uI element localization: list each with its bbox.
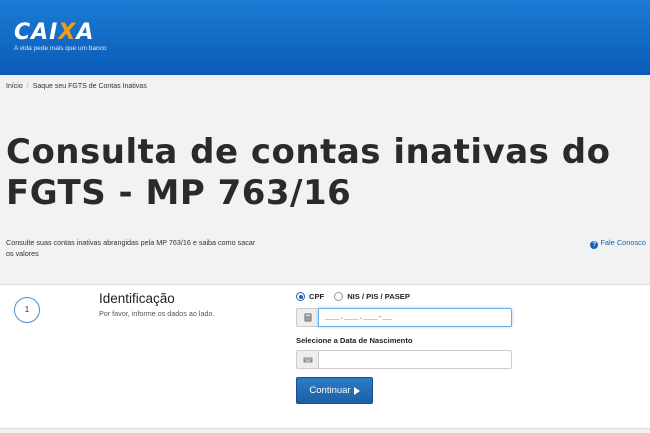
radio-cpf-label[interactable]: CPF	[309, 292, 324, 301]
step-number-badge: 1	[14, 297, 40, 323]
contact-link[interactable]: ? Fale Conosco	[590, 238, 646, 249]
radio-nis-pis-pasep[interactable]	[334, 292, 344, 301]
breadcrumb-separator: /	[26, 83, 29, 90]
breadcrumb: Início / Saque seu FGTS de Contas Inativas	[6, 83, 147, 90]
keyboard-icon	[296, 350, 318, 369]
cpf-field-group: ___.___.___-__	[296, 308, 512, 327]
caixa-logo[interactable]: CAIXA A vida pede mais que um banco	[14, 20, 107, 53]
identification-panel: 1 Identificação Por favor, informe os da…	[0, 284, 650, 429]
contact-label: Fale Conosco	[600, 238, 646, 247]
logo-tagline: A vida pede mais que um banco	[14, 45, 107, 52]
calculator-icon	[296, 308, 318, 327]
breadcrumb-home-link[interactable]: Início	[6, 83, 23, 90]
birthdate-label: Selecione a Data de Nascimento	[296, 336, 413, 345]
site-header: CAIXA A vida pede mais que um banco	[0, 0, 650, 75]
logo-wordmark: CAIXA	[14, 20, 95, 45]
birthdate-input[interactable]	[318, 350, 512, 369]
cpf-input[interactable]: ___.___.___-__	[318, 308, 512, 327]
question-circle-icon: ?	[590, 241, 599, 249]
radio-cpf[interactable]	[296, 292, 305, 301]
continue-button-label: Continuar	[309, 385, 351, 396]
continue-button[interactable]: Continuar	[296, 377, 373, 404]
page-title: Consulta de contas inativas do FGTS - MP…	[6, 132, 611, 213]
section-subtitle: Por favor, informe os dados ao lado.	[99, 309, 215, 318]
document-type-selector: CPF NIS / PIS / PASEP	[296, 292, 420, 301]
play-arrow-icon	[353, 386, 360, 395]
section-title: Identificação	[99, 291, 175, 306]
birthdate-field-group	[296, 350, 512, 369]
radio-nis-pis-pasep-label[interactable]: NIS / PIS / PASEP	[347, 292, 410, 301]
page-description: Consulte suas contas inativas abrangidas…	[6, 238, 256, 258]
breadcrumb-current: Saque seu FGTS de Contas Inativas	[32, 83, 147, 90]
